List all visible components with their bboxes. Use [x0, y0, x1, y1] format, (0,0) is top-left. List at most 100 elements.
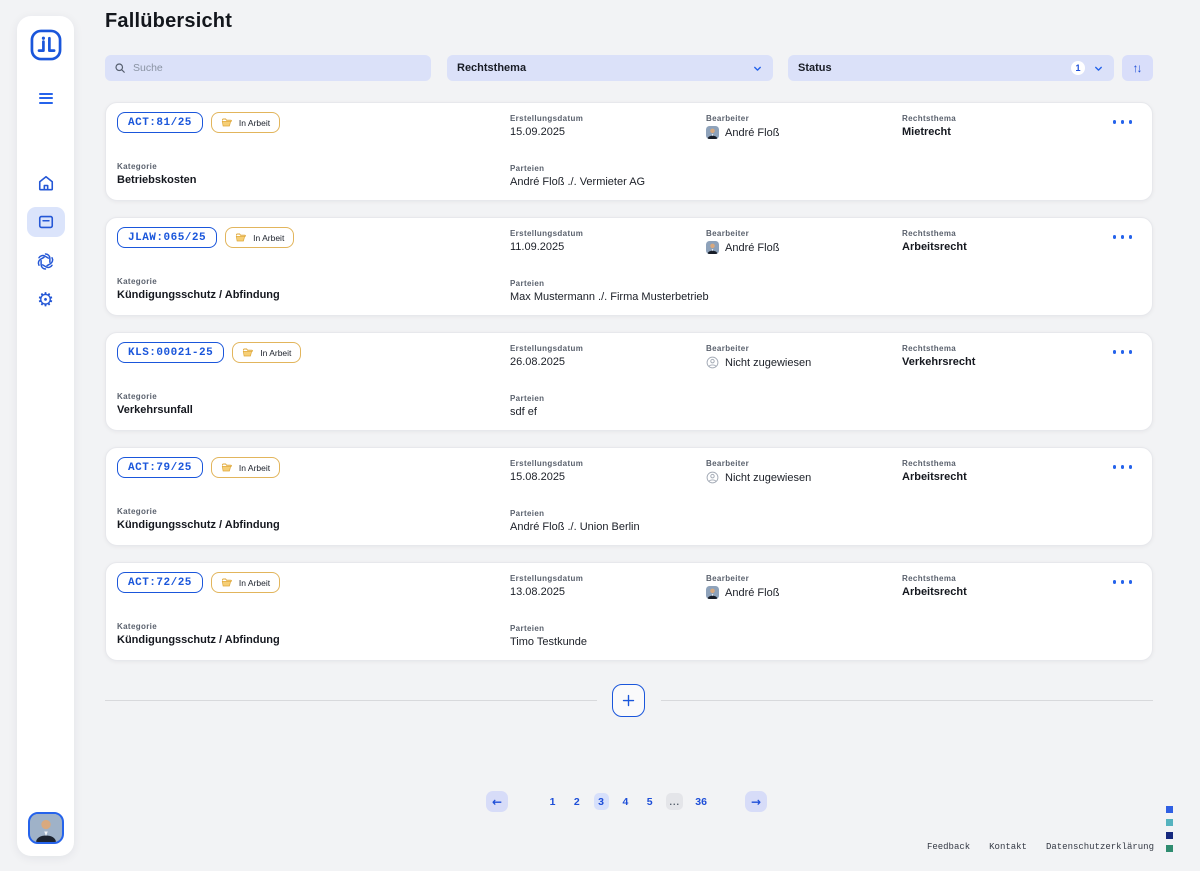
divider	[661, 700, 1153, 701]
case-id-badge[interactable]: JLAW:065/25	[117, 227, 217, 248]
status-filter-dropdown[interactable]: Status 1	[788, 55, 1114, 81]
home-icon	[36, 173, 56, 193]
case-card[interactable]: ACT:81/25 In Arbeit Kategorie Betriebsko…	[105, 102, 1153, 201]
add-case-button[interactable]	[612, 684, 645, 717]
parteien-label: Parteien	[510, 164, 645, 173]
card-actions-menu-button[interactable]	[1111, 461, 1135, 473]
kategorie-label: Kategorie	[117, 277, 280, 286]
sidebar-item-settings[interactable]: ⚙	[27, 285, 65, 315]
status-badge: In Arbeit	[232, 342, 301, 363]
status-badge-label: In Arbeit	[239, 118, 270, 128]
erstellungsdatum-label: Erstellungsdatum	[510, 344, 583, 353]
pagination-page-3[interactable]: 3	[594, 793, 609, 810]
chevron-down-icon	[1093, 63, 1104, 74]
menu-icon	[39, 93, 53, 95]
status-badge: In Arbeit	[225, 227, 294, 248]
gear-icon: ⚙	[37, 291, 54, 310]
erstellungsdatum-label: Erstellungsdatum	[510, 229, 583, 238]
card-actions-menu-button[interactable]	[1111, 231, 1135, 243]
pagination-pages: 12345... 36	[545, 791, 710, 812]
user-avatar[interactable]	[28, 812, 64, 844]
pagination-page-5[interactable]: 5	[642, 793, 657, 810]
kategorie-value: Kündigungsschutz / Abfindung	[117, 519, 280, 531]
status-badge-label: In Arbeit	[260, 348, 291, 358]
folder-icon	[221, 577, 233, 589]
rechtsthema-filter-dropdown[interactable]: Rechtsthema	[447, 55, 773, 81]
case-id-badge[interactable]: ACT:81/25	[117, 112, 203, 133]
card-actions-menu-button[interactable]	[1111, 346, 1135, 358]
parteien-label: Parteien	[510, 509, 640, 518]
case-card[interactable]: JLAW:065/25 In Arbeit Kategorie Kündigun…	[105, 217, 1153, 316]
ellipsis-icon	[1113, 580, 1117, 584]
footer-link-feedback[interactable]: Feedback	[927, 842, 970, 852]
folder-icon	[221, 462, 233, 474]
rechtsthema-value: Arbeitsrecht	[902, 241, 967, 253]
rechtsthema-value: Mietrecht	[902, 126, 956, 138]
pagination-next-button[interactable]: →	[745, 791, 767, 812]
sidebar-item-cases[interactable]	[27, 207, 65, 237]
card-actions-menu-button[interactable]	[1111, 576, 1135, 588]
footer-link-datenschutzerklärung[interactable]: Datenschutzerklärung	[1046, 842, 1154, 852]
folder-icon	[242, 347, 254, 359]
kategorie-label: Kategorie	[117, 507, 280, 516]
ai-assistant-icon	[35, 251, 56, 272]
app-logo[interactable]	[26, 25, 66, 65]
arrow-right-icon: →	[751, 795, 761, 809]
sidebar-item-assistant[interactable]	[27, 246, 65, 276]
rechtsthema-label: Rechtsthema	[902, 459, 967, 468]
search-input[interactable]	[133, 62, 422, 74]
brand-corner-squares	[1166, 806, 1173, 852]
pagination-page-2[interactable]: 2	[569, 793, 584, 810]
arrow-left-icon: ←	[492, 795, 502, 809]
pagination-ellipsis[interactable]: ...	[666, 793, 683, 810]
card-actions-menu-button[interactable]	[1111, 116, 1135, 128]
case-card[interactable]: ACT:72/25 In Arbeit Kategorie Kündigungs…	[105, 562, 1153, 661]
status-badge-label: In Arbeit	[239, 463, 270, 473]
footer-link-kontakt[interactable]: Kontakt	[989, 842, 1027, 852]
status-badge: In Arbeit	[211, 572, 280, 593]
menu-toggle-button[interactable]	[31, 87, 61, 109]
ellipsis-icon	[1113, 235, 1117, 239]
bearbeiter-value: André Floß	[725, 587, 779, 599]
parteien-label: Parteien	[510, 394, 544, 403]
parteien-label: Parteien	[510, 624, 587, 633]
rechtsthema-filter-label: Rechtsthema	[457, 62, 526, 74]
parteien-value: André Floß ./. Vermieter AG	[510, 176, 645, 188]
sort-button[interactable]: ↑↓	[1122, 55, 1153, 81]
pagination-page-4[interactable]: 4	[618, 793, 633, 810]
kategorie-value: Betriebskosten	[117, 174, 196, 186]
bearbeiter-photo-icon	[706, 126, 719, 139]
erstellungsdatum-value: 15.09.2025	[510, 126, 583, 138]
parteien-value: sdf ef	[510, 406, 544, 418]
case-id-badge[interactable]: ACT:79/25	[117, 457, 203, 478]
status-badge-label: In Arbeit	[239, 578, 270, 588]
rechtsthema-label: Rechtsthema	[902, 114, 956, 123]
pagination-page-36[interactable]: 36	[692, 793, 710, 810]
sidebar: ⚙	[17, 16, 74, 856]
parteien-value: André Floß ./. Union Berlin	[510, 521, 640, 533]
case-id-badge[interactable]: ACT:72/25	[117, 572, 203, 593]
rechtsthema-value: Arbeitsrecht	[902, 586, 967, 598]
pagination-prev-button[interactable]: ←	[486, 791, 508, 812]
divider	[105, 700, 597, 701]
ellipsis-icon	[1113, 465, 1117, 469]
bearbeiter-label: Bearbeiter	[706, 114, 779, 123]
case-id-badge[interactable]: KLS:00021-25	[117, 342, 224, 363]
bearbeiter-photo-icon	[706, 241, 719, 254]
erstellungsdatum-label: Erstellungsdatum	[510, 114, 583, 123]
sidebar-item-home[interactable]	[27, 168, 65, 198]
rechtsthema-label: Rechtsthema	[902, 229, 967, 238]
erstellungsdatum-value: 13.08.2025	[510, 586, 583, 598]
bearbeiter-value: André Floß	[725, 242, 779, 254]
case-card[interactable]: ACT:79/25 In Arbeit Kategorie Kündigungs…	[105, 447, 1153, 546]
bearbeiter-value: Nicht zugewiesen	[725, 472, 811, 484]
pagination-page-1[interactable]: 1	[545, 793, 560, 810]
chevron-down-icon	[752, 63, 763, 74]
search-box[interactable]	[105, 55, 431, 81]
erstellungsdatum-label: Erstellungsdatum	[510, 459, 583, 468]
status-filter-count-badge: 1	[1071, 61, 1085, 75]
bearbeiter-label: Bearbeiter	[706, 344, 811, 353]
kategorie-value: Verkehrsunfall	[117, 404, 193, 416]
case-card[interactable]: KLS:00021-25 In Arbeit Kategorie Verkehr…	[105, 332, 1153, 431]
status-badge: In Arbeit	[211, 112, 280, 133]
